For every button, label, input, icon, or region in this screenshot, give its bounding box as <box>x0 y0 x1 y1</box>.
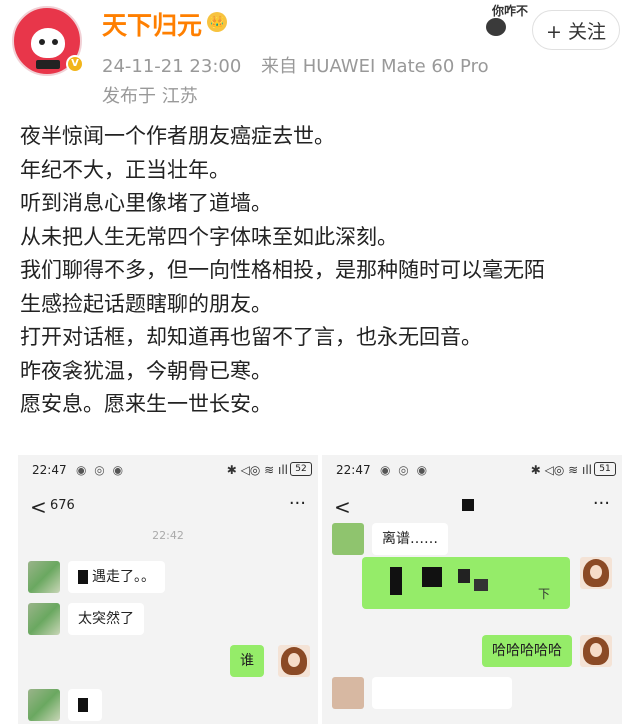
contact-avatar <box>28 689 60 721</box>
post-header: V 天下归元 👑 24-11-21 23:00 来自 HUAWEI Mate 6… <box>0 0 636 112</box>
sticker-icon: 你咋不上 <box>486 2 538 36</box>
chat-screenshot-left[interactable]: 22:47 ◉ ◎ ◉ ✱ ◁◎ ≋ ıll 52 < 676 ··· 22:4… <box>18 455 318 724</box>
message-bubble <box>68 689 102 721</box>
post-body: 夜半惊闻一个作者朋友癌症去世。 年纪不大，正当壮年。 听到消息心里像堵了道墙。 … <box>20 120 620 422</box>
chat-nav: < 676 ··· <box>18 489 318 525</box>
message-bubble: 离谱…… <box>372 523 448 555</box>
battery-icon: 52 <box>290 462 312 476</box>
post-line: 我们聊得不多，但一向性格相投，是那种随时可以毫无陌 <box>20 258 545 282</box>
status-time: 22:47 <box>336 463 371 477</box>
back-icon: < <box>30 495 47 519</box>
message-bubble: 谁 <box>230 645 264 677</box>
status-time: 22:47 <box>32 463 67 477</box>
avatar-face <box>590 565 602 579</box>
avatar-face <box>31 28 65 58</box>
contact-avatar <box>332 523 364 555</box>
post-line: 从未把人生无常四个字体味至如此深刻。 <box>20 224 398 249</box>
post-source: 来自 HUAWEI Mate 60 Pro <box>261 56 489 77</box>
avatar-face <box>288 653 300 667</box>
status-bar: 22:47 ◉ ◎ ◉ ✱ ◁◎ ≋ ıll 52 <box>18 455 318 483</box>
message-text: 遇走了。。 <box>92 569 155 585</box>
status-icons: ✱ ◁◎ ≋ ıll <box>226 463 288 477</box>
status-app-icons: ◉ ◎ ◉ <box>76 463 126 477</box>
message-bubble-redacted: 下 <box>362 557 570 609</box>
chat-nav: < ··· <box>322 489 622 525</box>
message-bubble: 遇走了。。 <box>68 561 165 593</box>
status-app-icons: ◉ ◎ ◉ <box>380 463 430 477</box>
username[interactable]: 天下归元 <box>102 6 202 42</box>
crown-icon: 👑 <box>207 12 227 32</box>
redacted-block <box>458 569 470 583</box>
redacted-block <box>474 579 488 591</box>
post-line: 年纪不大，正当壮年。 <box>20 157 230 182</box>
redacted-block <box>390 567 402 595</box>
redacted-title <box>462 499 474 511</box>
verified-icon: V <box>66 55 84 73</box>
avatar-eye <box>39 39 45 45</box>
message-bubble: 哈哈哈哈哈 <box>482 635 572 667</box>
post-line: 夜半惊闻一个作者朋友癌症去世。 <box>20 124 335 148</box>
contact-avatar <box>28 603 60 635</box>
unread-count: 676 <box>50 498 75 513</box>
status-bar: 22:47 ◉ ◎ ◉ ✱ ◁◎ ≋ ıll 51 <box>322 455 622 483</box>
status-icons: ✱ ◁◎ ≋ ıll <box>530 463 592 477</box>
my-avatar <box>580 635 612 667</box>
message-bubble <box>372 677 512 709</box>
post-line: 愿安息。愿来生一世长安。 <box>20 392 272 416</box>
redacted-block <box>422 567 442 587</box>
post-line: 听到消息心里像堵了道墙。 <box>20 191 272 215</box>
avatar-tag <box>36 60 60 69</box>
avatar-face <box>590 643 602 657</box>
more-icon: ··· <box>288 493 306 514</box>
contact-avatar <box>332 677 364 709</box>
my-avatar <box>278 645 310 677</box>
redacted-block <box>78 698 88 712</box>
post-timestamp: 24-11-21 23:00 <box>102 56 242 77</box>
post-meta: 24-11-21 23:00 来自 HUAWEI Mate 60 Pro <box>102 52 503 78</box>
redacted-block <box>78 570 88 584</box>
avatar-eye <box>52 39 58 45</box>
more-icon: ··· <box>592 493 610 514</box>
post-line: 昨夜衾犹温，今朝骨已寒。 <box>20 358 272 383</box>
chat-timestamp: 22:42 <box>152 529 184 542</box>
battery-icon: 51 <box>594 462 616 476</box>
message-bubble: 太突然了 <box>68 603 144 635</box>
back-icon: < <box>334 495 351 519</box>
post-line: 生感捡起话题瞎聊的朋友。 <box>20 291 272 316</box>
post-line: 打开对话框，却知道再也留不了言，也永无回音。 <box>20 325 482 349</box>
sticker-ball <box>486 18 506 36</box>
chat-screenshot-right[interactable]: 22:47 ◉ ◎ ◉ ✱ ◁◎ ≋ ıll 51 < ··· 离谱…… 下 哈… <box>322 455 622 724</box>
contact-avatar <box>28 561 60 593</box>
my-avatar <box>580 557 612 589</box>
post-location: 发布于 江苏 <box>102 86 198 107</box>
message-text: 下 <box>538 587 551 601</box>
follow-button[interactable]: + 关注 <box>532 10 620 50</box>
